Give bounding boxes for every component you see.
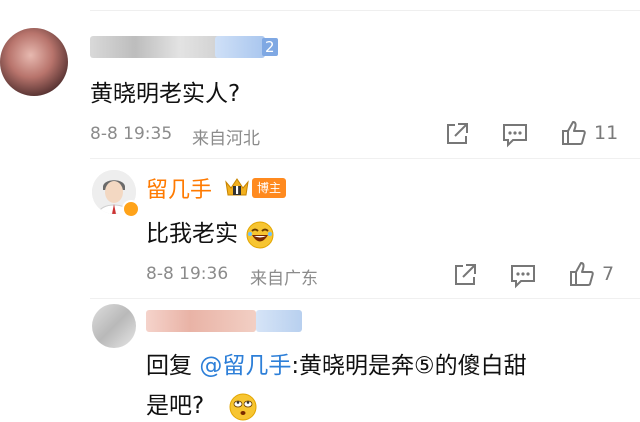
rolleyes-emoji [229,393,257,420]
divider [90,158,640,159]
share-icon [447,123,468,144]
crown-level: I [235,184,240,197]
mention-link[interactable]: @留几手 [199,353,291,379]
comment-thread: 2 黄晓明老实人? 8-8 19:35 来自河北 11 留几手 I 博主 比我老… [0,0,640,422]
like-count: 7 [602,263,615,285]
user-badge-blurred [215,36,265,58]
share-button[interactable] [444,121,470,147]
comment-location: 来自河北 [192,129,260,149]
share-icon [455,264,476,285]
reply-content: :黄晓明是奔⑤的傻白甜 [291,353,527,379]
like-icon [562,121,586,145]
verified-icon [122,200,140,218]
comment-icon [503,124,527,148]
user-level-badge: 2 [262,38,278,56]
blogger-badge: 博主 [252,178,287,198]
divider [90,298,640,299]
reply-text-line1: 回复 @留几手:黄晓明是奔⑤的傻白甜 [146,346,527,380]
comment-date: 8-8 19:35 [90,124,173,144]
like-icon [570,262,594,286]
user-badge-blurred [256,310,302,332]
username-blurred[interactable] [146,310,256,332]
reply-text-line2: 是吧? [146,386,258,422]
comment-icon [511,265,535,289]
like-button[interactable]: 7 [568,260,614,288]
avatar[interactable] [92,304,136,348]
share-button[interactable] [452,262,478,288]
laugh-emoji [246,221,274,248]
divider [90,10,640,11]
reply-prefix: 回复 [146,353,192,379]
reply-text-content: 比我老实 [146,221,238,247]
reply-date: 8-8 19:36 [146,264,229,284]
reply-content-2: 是吧? [146,393,205,419]
reply-location: 来自广东 [250,269,318,289]
reply-text: 比我老实 [146,214,275,250]
avatar[interactable] [0,28,68,96]
like-count: 11 [594,122,619,144]
author-name[interactable]: 留几手 [146,172,212,204]
reply-button[interactable] [509,263,537,289]
comment-text: 黄晓明老实人? [90,81,241,107]
like-button[interactable]: 11 [560,119,618,147]
reply-button[interactable] [501,122,529,148]
